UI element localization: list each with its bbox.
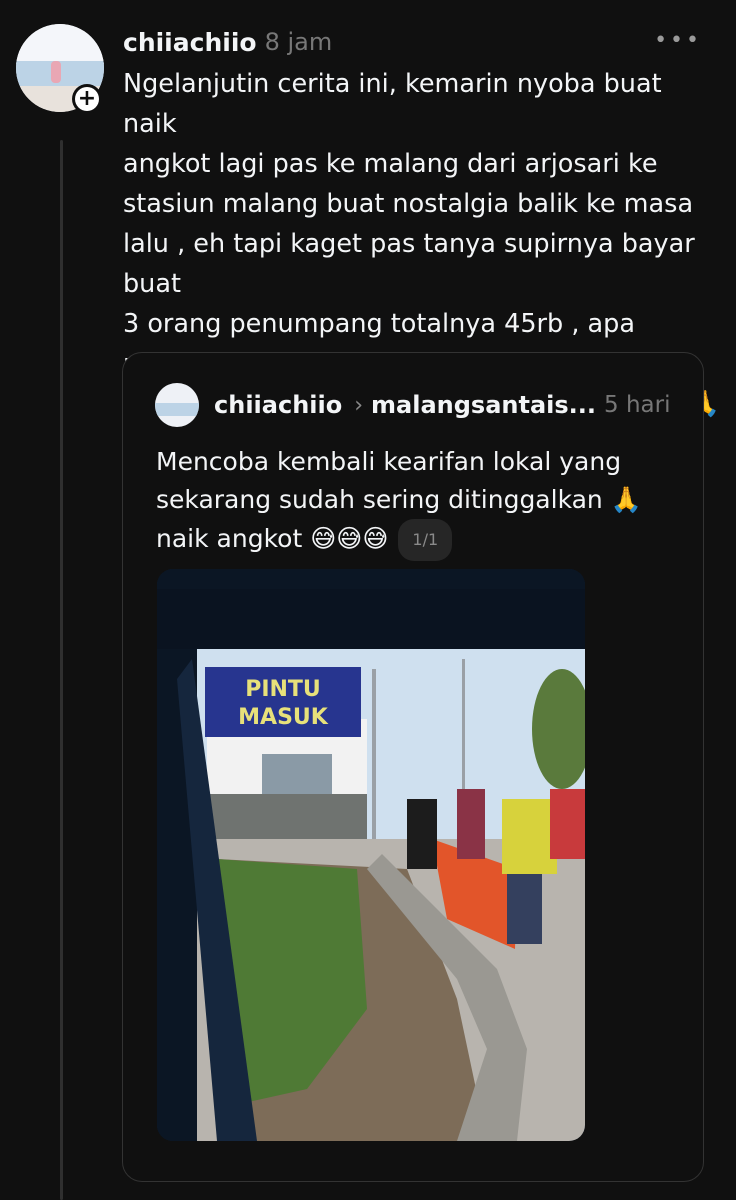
quoted-username[interactable]: chiiachiio [214, 391, 342, 419]
quoted-avatar[interactable] [155, 383, 199, 427]
quoted-post-header: chiiachiio › malangsantais... 5 hari [214, 389, 671, 421]
follow-plus-icon[interactable]: + [72, 84, 102, 114]
post-header: chiiachiio 8 jam [123, 24, 332, 60]
quoted-timestamp: 5 hari [604, 392, 671, 418]
quoted-body-text: Mencoba kembali kearifan lokal yang seka… [156, 443, 656, 561]
post-username[interactable]: chiiachiio [123, 28, 257, 57]
media-counter-badge: 1/1 [398, 519, 453, 561]
more-options-icon[interactable]: ••• [654, 28, 702, 53]
thread-connector-line [60, 140, 63, 1200]
quoted-post-card[interactable]: chiiachiio › malangsantais... 5 hari Men… [122, 352, 704, 1182]
attached-photo[interactable]: PINTU MASUK [157, 569, 585, 1141]
post-timestamp: 8 jam [264, 28, 333, 56]
sign-line-1: PINTU [245, 677, 321, 702]
chevron-right-icon: › [354, 392, 364, 418]
photo-illustration: PINTU MASUK [157, 569, 585, 1141]
quoted-reply-target[interactable]: malangsantais... [371, 391, 596, 419]
sign-line-2: MASUK [238, 705, 329, 730]
